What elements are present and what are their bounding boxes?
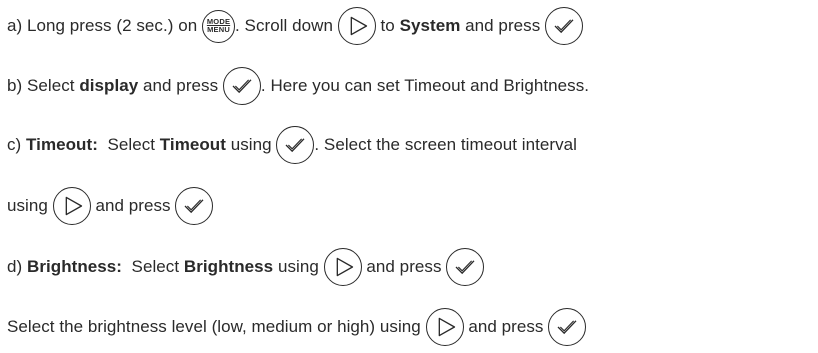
mode-menu-icon: MODE MENU bbox=[202, 9, 236, 43]
play-icon bbox=[425, 308, 464, 346]
step-e: Select the brightness level (low, medium… bbox=[7, 305, 587, 349]
checkmark-icon bbox=[175, 187, 214, 225]
step-b-mid: and press bbox=[138, 76, 223, 95]
step-c-mid2: using bbox=[225, 135, 277, 154]
step-a-end: and press bbox=[460, 16, 546, 35]
step-d-mid3: and press bbox=[361, 257, 447, 276]
play-icon bbox=[52, 187, 91, 225]
play-icon bbox=[337, 7, 376, 45]
step-c-timeout: Timeout bbox=[159, 135, 226, 154]
step-c-mid1: Select bbox=[97, 135, 160, 154]
step-a: a) Long press (2 sec.) on MODE MENU . Sc… bbox=[7, 4, 584, 48]
step-d-mid1: Select bbox=[122, 257, 184, 276]
step-d-mid2: using bbox=[273, 257, 324, 276]
mode-menu-icon-bottom: MENU bbox=[207, 25, 230, 34]
step-a-prefix: a) Long press (2 sec.) on bbox=[7, 16, 203, 35]
step-b: b) Select display and press . Here you c… bbox=[7, 64, 589, 108]
step-d: d) Brightness: Select Brightness using a… bbox=[7, 245, 485, 289]
step-c-cont-prefix: using bbox=[7, 196, 53, 215]
checkmark-icon bbox=[276, 126, 315, 164]
step-c-heading: Timeout: bbox=[26, 135, 98, 154]
step-a-to: to bbox=[375, 16, 400, 35]
play-icon bbox=[323, 248, 362, 286]
checkmark-icon bbox=[545, 7, 584, 45]
step-c-continued: using and press bbox=[7, 184, 214, 228]
step-d-heading: Brightness: bbox=[27, 257, 123, 276]
step-b-end: . Here you can set Timeout and Brightnes… bbox=[260, 76, 590, 95]
checkmark-icon bbox=[222, 67, 261, 105]
step-b-prefix: b) Select bbox=[7, 76, 80, 95]
step-e-prefix: Select the brightness level (low, medium… bbox=[7, 317, 426, 336]
step-c: c) Timeout: Select Timeout using . Selec… bbox=[7, 123, 577, 167]
step-b-display: display bbox=[79, 76, 139, 95]
checkmark-icon bbox=[548, 308, 587, 346]
step-c-cont-mid: and press bbox=[90, 196, 176, 215]
step-d-prefix: d) bbox=[7, 257, 27, 276]
step-e-mid: and press bbox=[463, 317, 549, 336]
step-c-prefix: c) bbox=[7, 135, 27, 154]
step-d-brightness: Brightness bbox=[183, 257, 274, 276]
step-c-end: . Select the screen timeout interval bbox=[314, 135, 577, 154]
step-a-system: System bbox=[399, 16, 461, 35]
checkmark-icon bbox=[446, 248, 485, 286]
step-a-mid: . Scroll down bbox=[235, 16, 338, 35]
